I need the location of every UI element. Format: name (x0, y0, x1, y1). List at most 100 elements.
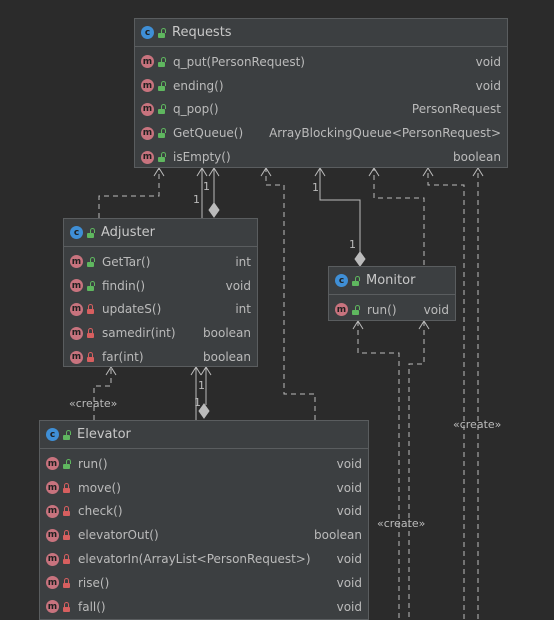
class-name: Adjuster (101, 225, 155, 240)
edge-right-requests-dependency-a (427, 168, 465, 619)
private-visibility-icon (86, 328, 95, 339)
class-header: c Elevator (40, 421, 368, 449)
method-name: run() (367, 302, 397, 317)
method-row[interactable]: m rise() void (40, 571, 368, 595)
class-box-requests[interactable]: c Requests m q_put(PersonRequest)void m end… (134, 18, 508, 168)
method-icon: m (46, 504, 59, 518)
method-return-type: void (336, 575, 362, 590)
method-icon: m (70, 255, 83, 269)
method-return-type: void (475, 78, 501, 93)
method-return-type: void (336, 456, 362, 471)
class-icon: c (70, 226, 83, 239)
method-row[interactable]: m GetQueue() ArrayBlockingQueue<PersonRequ… (135, 121, 507, 145)
public-visibility-icon (157, 27, 166, 38)
method-return-type: void (336, 480, 362, 495)
method-row[interactable]: m fall() void (40, 595, 368, 619)
method-name: findin() (102, 278, 146, 293)
public-visibility-icon (86, 280, 95, 291)
method-icon: m (70, 326, 83, 340)
method-return-type: void (336, 599, 362, 614)
create-label-monitor: «create» (377, 517, 426, 530)
method-row[interactable]: m run() void (40, 452, 368, 476)
method-return-type: boolean (203, 326, 251, 341)
method-list: m run() void m move() void m check() void m elevat… (40, 449, 368, 619)
method-list: m run() void (329, 295, 455, 322)
method-name: samedir(int) (102, 326, 176, 341)
method-row[interactable]: m elevatorIn(ArrayList<PersonRequest>) voi… (40, 547, 368, 571)
multiplicity-label: 1 (198, 379, 205, 392)
class-icon: c (335, 274, 348, 287)
method-return-type: int (235, 302, 251, 317)
method-icon: m (141, 102, 154, 116)
method-name: check() (78, 504, 123, 519)
method-row[interactable]: m isEmpty() boolean (135, 145, 507, 169)
method-row[interactable]: m GetTar() int (64, 250, 257, 274)
private-visibility-icon (62, 577, 71, 588)
method-row[interactable]: m findin() void (64, 274, 257, 298)
private-visibility-icon (62, 482, 71, 493)
multiplicity-label: 1 (194, 396, 201, 409)
method-row[interactable]: m move() void (40, 476, 368, 500)
method-row[interactable]: m updateS() int (64, 298, 257, 322)
edge-elevator-requests-dependency (265, 168, 316, 420)
method-row[interactable]: m elevatorOut() boolean (40, 523, 368, 547)
method-row[interactable]: m samedir(int) boolean (64, 321, 257, 345)
method-name: fall() (78, 599, 106, 614)
method-return-type: void (336, 552, 362, 567)
method-name: rise() (78, 575, 110, 590)
method-row[interactable]: m far(int) boolean (64, 345, 257, 369)
public-visibility-icon (157, 80, 166, 91)
method-row[interactable]: m ending() void (135, 74, 507, 98)
method-return-type: ArrayBlockingQueue<PersonRequest> (269, 126, 501, 141)
method-return-type: boolean (203, 350, 251, 365)
edge-monitor-dependency-b (408, 321, 425, 619)
private-visibility-icon (62, 554, 71, 565)
method-icon: m (46, 528, 59, 542)
method-icon: m (46, 576, 59, 590)
method-icon: m (46, 457, 59, 471)
multiplicity-label: 1 (203, 180, 210, 193)
method-icon: m (46, 552, 59, 566)
public-visibility-icon (351, 304, 360, 315)
method-name: elevatorIn(ArrayList<PersonRequest>) (78, 552, 311, 567)
method-name: run() (78, 456, 108, 471)
class-box-adjuster[interactable]: c Adjuster m GetTar() int m findin() void m upd… (63, 218, 258, 367)
public-visibility-icon (351, 275, 360, 286)
class-name: Requests (172, 25, 232, 40)
method-name: elevatorOut() (78, 528, 159, 543)
public-visibility-icon (86, 256, 95, 267)
method-name: q_pop() (173, 102, 219, 117)
private-visibility-icon (86, 352, 95, 363)
method-icon: m (70, 302, 83, 316)
create-label-adjuster: «create» (69, 397, 118, 410)
public-visibility-icon (157, 104, 166, 115)
method-icon: m (141, 150, 154, 164)
method-row[interactable]: m q_pop() PersonRequest (135, 98, 507, 122)
method-name: updateS() (102, 302, 162, 317)
class-box-monitor[interactable]: c Monitor m run() void (328, 266, 456, 321)
public-visibility-icon (62, 458, 71, 469)
method-name: far(int) (102, 350, 144, 365)
class-name: Monitor (366, 273, 416, 288)
method-return-type: void (336, 504, 362, 519)
class-header: c Adjuster (64, 219, 257, 247)
class-box-elevator[interactable]: c Elevator m run() void m move() void m check()… (39, 420, 369, 620)
method-icon: m (70, 279, 83, 293)
class-header: c Requests (135, 19, 507, 47)
method-row[interactable]: m q_put(PersonRequest) void (135, 50, 507, 74)
public-visibility-icon (157, 152, 166, 163)
method-return-type: boolean (453, 150, 501, 165)
method-list: m q_put(PersonRequest)void m ending() void m q… (135, 47, 507, 169)
method-row[interactable]: m run() void (329, 298, 455, 322)
method-icon: m (141, 55, 154, 69)
method-name: q_put(PersonRequest) (173, 54, 305, 69)
class-name: Elevator (77, 427, 131, 442)
method-row[interactable]: m check() void (40, 500, 368, 524)
method-return-type: PersonRequest (411, 102, 501, 117)
multiplicity-label: 1 (349, 238, 356, 251)
multiplicity-label: 1 (312, 181, 319, 194)
method-icon: m (46, 481, 59, 495)
method-icon: m (335, 303, 348, 317)
method-icon: m (46, 600, 59, 614)
private-visibility-icon (62, 506, 71, 517)
